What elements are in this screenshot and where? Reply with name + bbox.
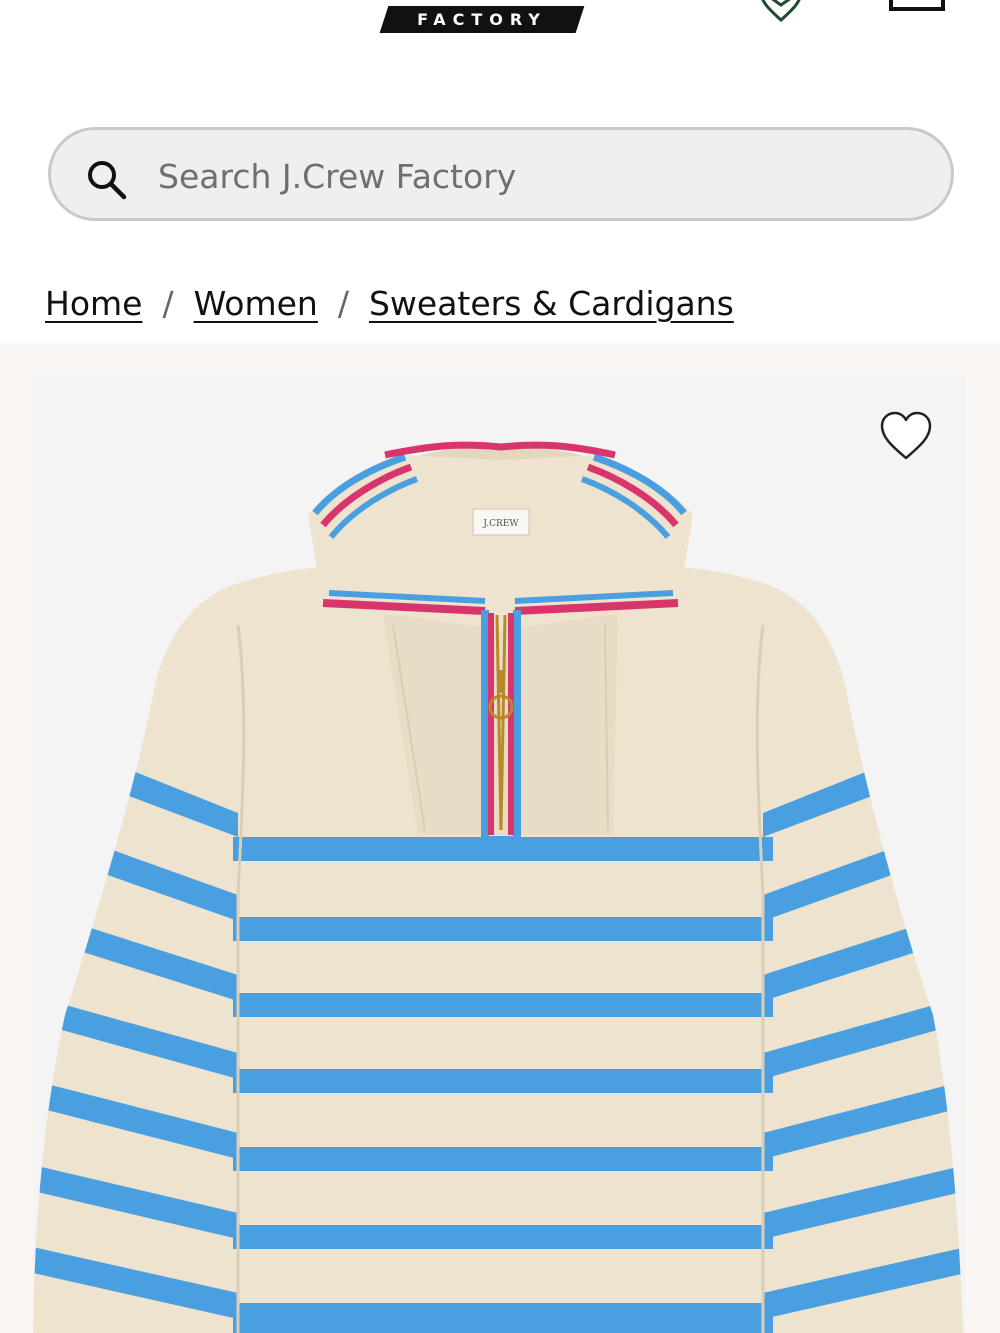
breadcrumb-home-link[interactable]: Home	[45, 284, 142, 323]
site-header: FACTORY	[0, 0, 1000, 110]
breadcrumb-women-link[interactable]: Women	[194, 284, 318, 323]
search-bar[interactable]	[48, 127, 954, 221]
shopping-bag-icon[interactable]	[888, 0, 946, 14]
product-page: FACTORY Home / Women / Sweaters & Cardig…	[0, 0, 1000, 1333]
logo[interactable]: FACTORY	[384, 6, 580, 33]
brand-label: J.CREW	[482, 519, 519, 529]
breadcrumb-separator: /	[162, 283, 174, 323]
breadcrumb-sweaters-link[interactable]: Sweaters & Cardigans	[369, 284, 734, 323]
product-image[interactable]: J.CREW	[33, 375, 966, 1333]
sweater-illustration: J.CREW	[33, 441, 963, 1333]
location-pin-icon[interactable]	[756, 0, 806, 22]
heart-icon[interactable]	[878, 410, 934, 462]
search-input[interactable]	[156, 150, 920, 202]
search-icon	[88, 161, 127, 200]
breadcrumb-separator: /	[337, 283, 349, 323]
breadcrumb: Home / Women / Sweaters & Cardigans	[45, 280, 734, 326]
